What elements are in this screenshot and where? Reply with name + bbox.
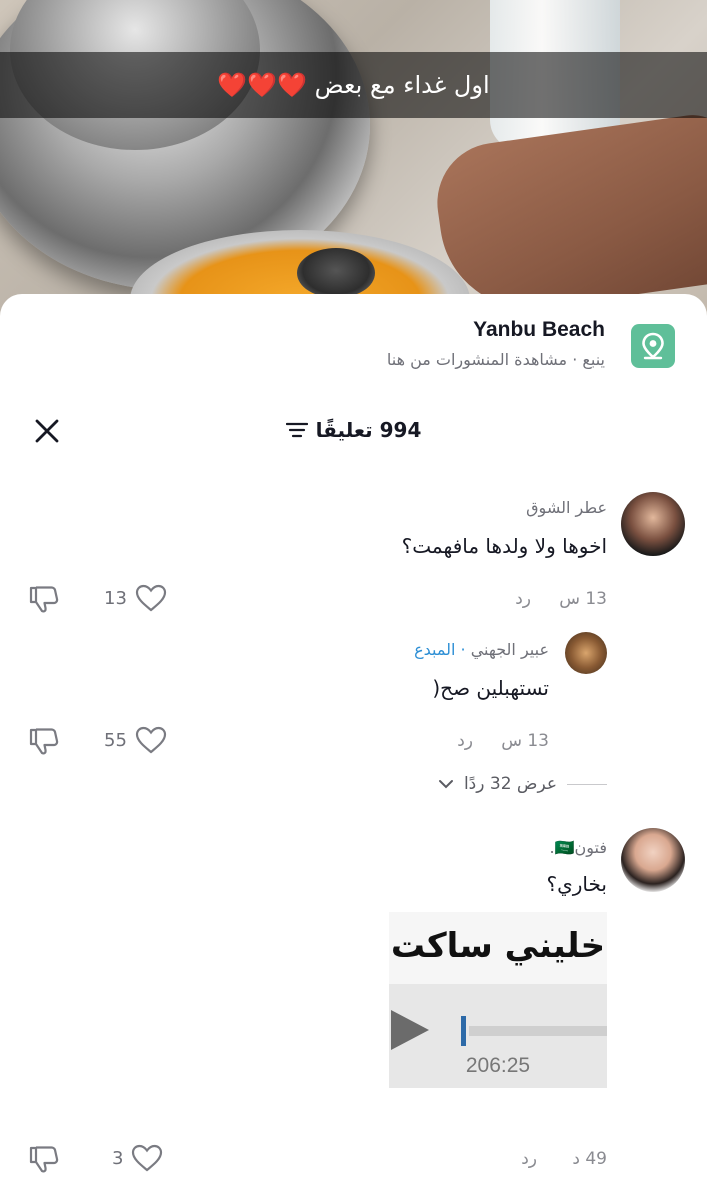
comment-text: اخوها ولا ولدها مافهمت؟ [401, 534, 607, 558]
dislike-button[interactable] [28, 726, 60, 760]
hand-image [429, 109, 707, 321]
dislike-button[interactable] [28, 584, 60, 618]
reply-time: 13 س [501, 731, 549, 751]
thumbs-down-icon [29, 728, 59, 755]
reply-author-name[interactable]: عبير الجهني [471, 640, 549, 659]
location-row[interactable]: Yanbu Beach ينبع · مشاهدة المنشورات من ه… [35, 316, 675, 376]
creator-badge: · المبدع [414, 640, 466, 659]
avatar[interactable] [621, 828, 685, 892]
voice-note-sticker[interactable]: خليني ساكت 206:25 [389, 912, 607, 1088]
chevron-down-icon [438, 780, 453, 789]
sticker-time: 206:25 [465, 1054, 531, 1077]
view-replies-button[interactable]: عرض 32 ردًا [438, 774, 607, 794]
comment-count[interactable]: 994 تعليقًا [0, 418, 707, 442]
reply-button[interactable]: رد [457, 731, 473, 751]
like-count: 13 [104, 587, 127, 609]
video-caption: اول غداء مع بعض ❤️❤️❤️ [217, 71, 490, 99]
heart-icon [135, 584, 167, 612]
sticker-title: خليني ساكت [390, 926, 606, 966]
thumbs-down-icon [29, 586, 59, 613]
reply-text: تستهبلين صح( [432, 676, 549, 700]
comments-header: 994 تعليقًا [0, 412, 707, 452]
comment-author[interactable]: فتون🇸🇦. [549, 838, 607, 857]
view-replies-label: عرض 32 ردًا [463, 774, 557, 794]
comment-count-label: 994 تعليقًا [315, 418, 422, 442]
like-button[interactable]: 13 [104, 584, 167, 612]
reply-button[interactable]: رد [515, 589, 531, 609]
reply-author[interactable]: عبير الجهني · المبدع [414, 640, 549, 659]
comment-time: 49 د [572, 1149, 607, 1169]
like-count: 55 [104, 729, 127, 751]
like-button[interactable]: 55 [104, 726, 167, 754]
location-title[interactable]: Yanbu Beach [473, 318, 605, 342]
dislike-button[interactable] [28, 1144, 60, 1178]
like-count: 3 [112, 1147, 124, 1169]
map-pin-icon [631, 324, 675, 368]
video-background[interactable]: اول غداء مع بعض ❤️❤️❤️ [0, 0, 707, 330]
comment-author[interactable]: عطر الشوق [526, 498, 607, 517]
video-caption-bar: اول غداء مع بعض ❤️❤️❤️ [0, 52, 707, 118]
comments-sheet: Yanbu Beach ينبع · مشاهدة المنشورات من ه… [0, 294, 707, 1200]
avatar[interactable] [621, 492, 685, 556]
location-subtitle: ينبع · مشاهدة المنشورات من هنا [386, 350, 605, 369]
comment-time: 13 س [559, 589, 607, 609]
heart-icon [135, 726, 167, 754]
sort-icon[interactable] [285, 421, 308, 439]
divider-line [567, 783, 607, 785]
thumbs-down-icon [29, 1146, 59, 1173]
avatar[interactable] [565, 632, 607, 674]
heart-icon [132, 1144, 163, 1172]
like-button[interactable]: 3 [112, 1144, 163, 1172]
cup-image [297, 248, 375, 298]
comment-text: بخاري؟ [546, 872, 608, 896]
reply-button[interactable]: رد [521, 1149, 537, 1169]
